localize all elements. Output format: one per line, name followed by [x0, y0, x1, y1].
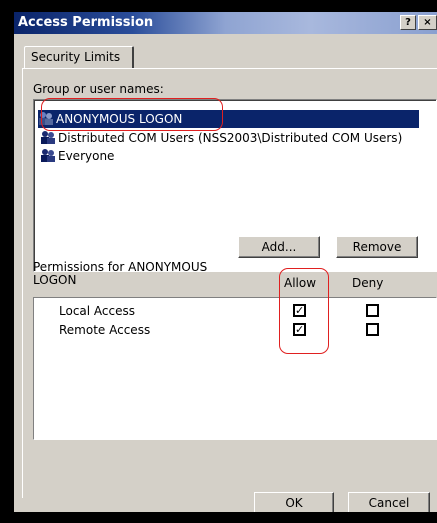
permissions-label-line2: LOGON [33, 273, 77, 287]
users-group-icon [41, 131, 55, 144]
checkmark-icon: ✓ [295, 323, 305, 336]
list-item[interactable]: Distributed COM Users (NSS2003\Distribut… [40, 129, 402, 147]
add-button[interactable]: Add... [238, 236, 320, 258]
users-group-icon [41, 149, 55, 162]
remote-access-allow-checkbox[interactable]: ✓ [293, 323, 306, 336]
window-title: Access Permission [18, 15, 154, 30]
group-section-label: Group or user names: [33, 82, 164, 96]
help-button[interactable]: ? [400, 15, 416, 30]
tab-label: Security Limits [31, 50, 121, 64]
remove-button[interactable]: Remove [336, 236, 418, 258]
tab-security-limits[interactable]: Security Limits [24, 46, 134, 68]
close-button[interactable]: × [418, 15, 437, 30]
list-item[interactable]: Everyone [40, 147, 114, 165]
window-bottom-edge [14, 512, 437, 523]
local-access-allow-checkbox[interactable]: ✓ [293, 304, 306, 317]
checkmark-icon: ✓ [295, 304, 305, 317]
users-group-icon [39, 112, 53, 125]
list-item[interactable]: ANONYMOUS LOGON [38, 110, 419, 128]
user-name: ANONYMOUS LOGON [56, 112, 183, 126]
remote-access-deny-checkbox[interactable] [366, 323, 379, 336]
local-access-deny-checkbox[interactable] [366, 304, 379, 317]
allow-column-header: Allow [284, 276, 317, 290]
permission-row-name: Local Access [59, 304, 135, 318]
dialog-client-area: Security Limits Group or user names: ANO… [14, 34, 437, 523]
cancel-button[interactable]: Cancel [348, 492, 430, 514]
permissions-list [33, 297, 437, 440]
user-name: Distributed COM Users (NSS2003\Distribut… [58, 131, 403, 145]
permissions-label-line1: Permissions for ANONYMOUS [33, 260, 208, 274]
dialog-window: Access Permission ? × Security Limits Gr… [0, 0, 437, 523]
user-name: Everyone [58, 149, 115, 163]
ok-button[interactable]: OK [254, 492, 334, 514]
title-bar[interactable]: Access Permission ? × [14, 12, 437, 34]
deny-column-header: Deny [352, 276, 384, 290]
permission-row-name: Remote Access [59, 323, 151, 337]
